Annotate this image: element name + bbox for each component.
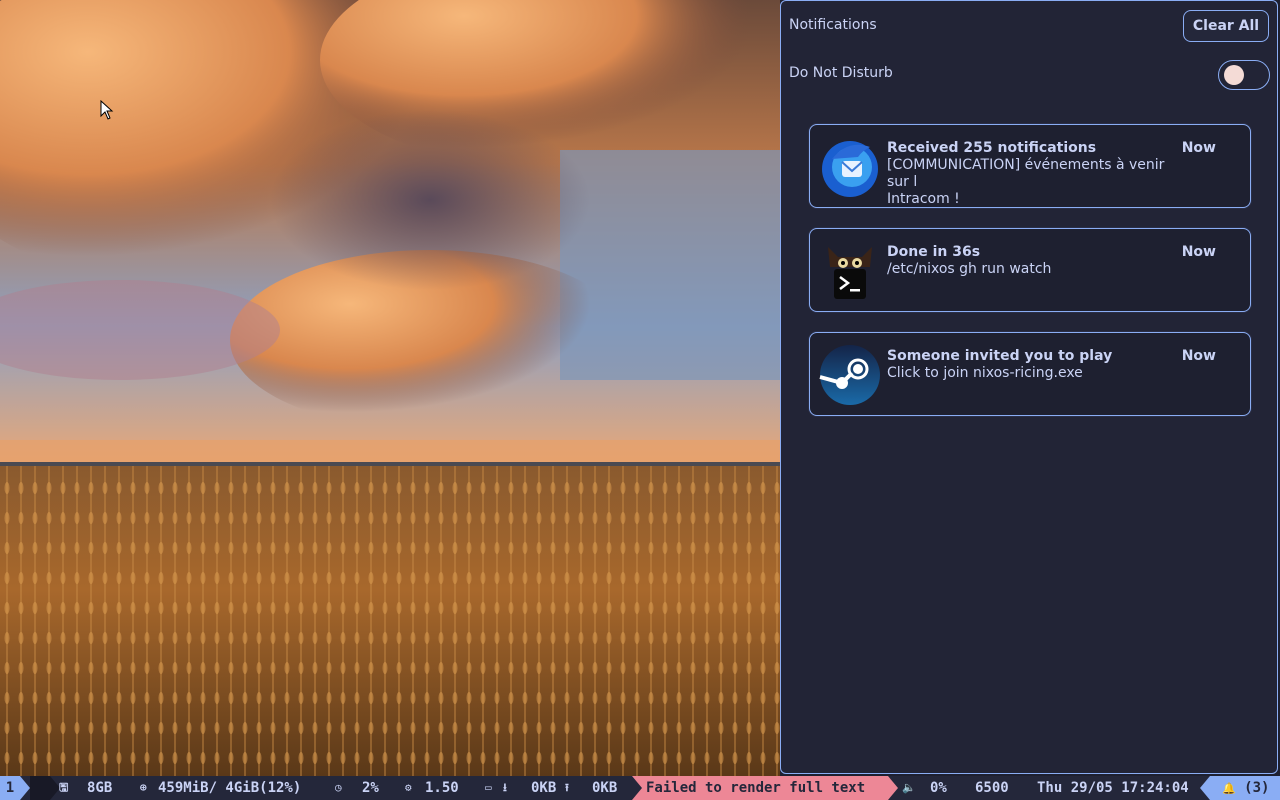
workspace-indicator[interactable]: 1 bbox=[0, 776, 20, 800]
notification-body: Click to join nixos-ricing.exe bbox=[887, 365, 1083, 381]
notification-card[interactable]: Received 255 notifications Now [COMMUNIC… bbox=[809, 124, 1251, 208]
memory-usage: 459MiB/ 4GiB(12%) bbox=[158, 780, 302, 796]
notification-time: Now bbox=[1181, 244, 1216, 260]
terminal-cat-icon bbox=[828, 247, 872, 299]
cpu-usage: 2% bbox=[362, 780, 379, 796]
do-not-disturb-label: Do Not Disturb bbox=[789, 65, 893, 81]
panel-title: Notifications bbox=[789, 17, 877, 33]
memory-icon: ⊕ bbox=[140, 781, 147, 794]
error-segment: Failed to render full text bbox=[632, 776, 888, 800]
notification-card[interactable]: Done in 36s Now /etc/nixos gh run watch bbox=[809, 228, 1251, 312]
thunderbird-icon bbox=[822, 141, 878, 197]
clear-all-button[interactable]: Clear All bbox=[1183, 10, 1269, 42]
cpu-icon: ◷ bbox=[335, 781, 342, 794]
clock: Thu 29/05 17:24:04 bbox=[1037, 780, 1189, 796]
disk-usage: 8GB bbox=[87, 780, 113, 796]
volume-icon[interactable]: 🔈 bbox=[902, 776, 916, 800]
download-icon: ⭳ bbox=[503, 781, 507, 794]
status-bar: 1 🖫 8GB ⊕ 459MiB/ 4GiB(12%) ◷ 2% ⚙ 1.50 … bbox=[0, 776, 1280, 800]
volume-level[interactable]: 0% bbox=[930, 776, 947, 800]
net-upload: 0KB bbox=[592, 780, 618, 796]
notification-time: Now bbox=[1181, 140, 1216, 156]
powerline-segment bbox=[30, 776, 50, 800]
notification-summary: Someone invited you to play bbox=[887, 348, 1113, 364]
do-not-disturb-toggle[interactable] bbox=[1218, 60, 1270, 90]
disk-icon: 🖫 bbox=[59, 781, 69, 794]
notification-body: [COMMUNICATION] événements à venir sur l… bbox=[887, 157, 1165, 207]
network-icon: ▭ bbox=[485, 781, 492, 794]
desktop-wallpaper bbox=[0, 0, 780, 776]
bell-icon: 🔔 bbox=[1222, 782, 1236, 795]
wallpaper-image bbox=[0, 0, 780, 776]
color-temperature: 6500 bbox=[975, 780, 1009, 796]
powerline-separator bbox=[888, 776, 898, 800]
notification-count: (3) bbox=[1244, 780, 1270, 796]
mouse-cursor-icon bbox=[100, 100, 114, 120]
error-text: Failed to render full text bbox=[646, 780, 866, 796]
notification-time: Now bbox=[1181, 348, 1216, 364]
notification-summary: Received 255 notifications bbox=[887, 140, 1097, 156]
upload-icon: ⭱ bbox=[565, 781, 569, 794]
notification-summary: Done in 36s bbox=[887, 244, 981, 260]
powerline-separator bbox=[20, 776, 30, 800]
notification-body: /etc/nixos gh run watch bbox=[887, 261, 1052, 277]
load-icon: ⚙ bbox=[405, 781, 412, 794]
load-average: 1.50 bbox=[425, 780, 459, 796]
powerline-separator bbox=[632, 776, 642, 800]
steam-icon bbox=[819, 345, 880, 405]
net-download: 0KB bbox=[531, 780, 557, 796]
notification-count-segment[interactable]: 🔔 (3) bbox=[1210, 776, 1280, 800]
powerline-separator bbox=[1200, 776, 1210, 800]
toggle-knob bbox=[1224, 65, 1244, 85]
notification-center: Notifications Clear All Do Not Disturb R… bbox=[780, 0, 1278, 774]
notification-card[interactable]: Someone invited you to play Now Click to… bbox=[809, 332, 1251, 416]
